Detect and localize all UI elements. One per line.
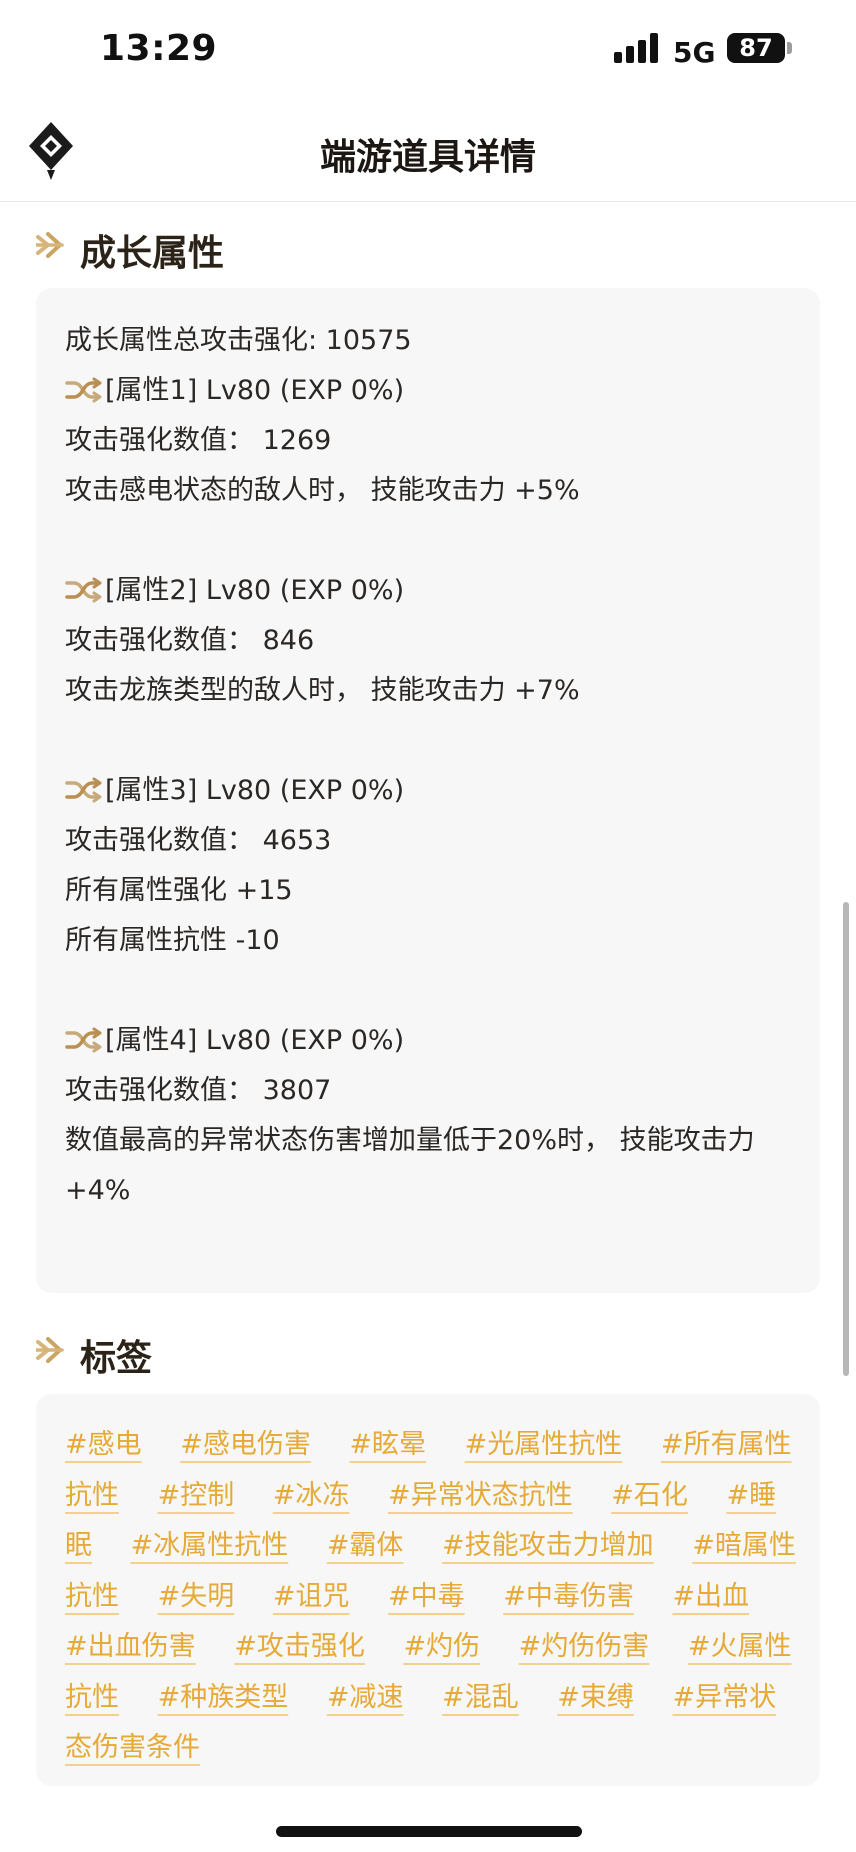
attribute-heading-text: [属性1] Lv80 (EXP 0%): [105, 375, 405, 406]
tag-list: #感电 #感电伤害 #眩晕 #光属性抗性 #所有属性抗性 #控制 #冰冻 #异常…: [65, 1420, 796, 1774]
battery-tip: [787, 42, 792, 54]
shuffle-icon: [65, 777, 102, 803]
tag-link[interactable]: #混乱: [442, 1682, 519, 1713]
attribute-line: 攻击强化数值： 846: [65, 625, 315, 656]
growth-attributes-card: 成长属性总攻击强化: 10575 [属性1] Lv80 (EXP 0%) 攻击强…: [36, 288, 820, 1293]
tag-link[interactable]: #冰属性抗性: [131, 1530, 289, 1561]
double-chevron-right-icon: [36, 1337, 64, 1363]
tag-link[interactable]: #眩晕: [349, 1429, 426, 1460]
attribute-line: 数值最高的异常状态伤害增加量低于20%时， 技能攻击力 +4%: [65, 1125, 755, 1206]
attribute-line: 攻击强化数值： 3807: [65, 1075, 332, 1106]
attribute-line: 攻击感电状态的敌人时， 技能攻击力 +5%: [65, 475, 580, 506]
scrollbar[interactable]: [843, 902, 849, 1376]
attribute-line: 攻击龙族类型的敌人时， 技能攻击力 +7%: [65, 675, 580, 706]
tag-link[interactable]: #中毒伤害: [503, 1581, 634, 1612]
tag-link[interactable]: #感电伤害: [180, 1429, 311, 1460]
attribute-line: 所有属性强化 +15: [65, 875, 293, 906]
attribute-line: 所有属性抗性 -10: [65, 925, 280, 956]
shuffle-icon: [65, 577, 102, 603]
shuffle-icon: [65, 377, 102, 403]
tag-link[interactable]: #异常状态抗性: [388, 1480, 573, 1511]
network-type: 5G: [673, 36, 716, 69]
cellular-signal-icon: [614, 33, 660, 63]
attribute-heading: [属性3] Lv80 (EXP 0%): [65, 766, 792, 816]
battery-icon: 87: [727, 33, 785, 63]
tag-link[interactable]: #种族类型: [158, 1682, 289, 1713]
attribute-heading: [属性1] Lv80 (EXP 0%): [65, 366, 792, 416]
attribute-heading-text: [属性2] Lv80 (EXP 0%): [105, 575, 405, 606]
status-time: 13:29: [100, 28, 218, 69]
tags-section-title: 标签: [80, 1338, 153, 1379]
tag-link[interactable]: #束缚: [557, 1682, 634, 1713]
attribute-line: 攻击强化数值： 1269: [65, 425, 332, 456]
tag-link[interactable]: #出血伤害: [65, 1631, 196, 1662]
tag-link[interactable]: #石化: [611, 1480, 688, 1511]
tag-link[interactable]: #霸体: [327, 1530, 404, 1561]
tags-card: #感电 #感电伤害 #眩晕 #光属性抗性 #所有属性抗性 #控制 #冰冻 #异常…: [36, 1394, 820, 1786]
attribute-heading: [属性2] Lv80 (EXP 0%): [65, 566, 792, 616]
growth-total: 成长属性总攻击强化: 10575: [65, 325, 412, 356]
tag-link[interactable]: #控制: [158, 1480, 235, 1511]
tag-link[interactable]: #技能攻击力增加: [442, 1530, 654, 1561]
top-navigation-bar: 端游道具详情: [0, 100, 856, 202]
attribute-heading-text: [属性3] Lv80 (EXP 0%): [105, 775, 405, 806]
tag-link[interactable]: #感电: [65, 1429, 142, 1460]
shuffle-icon: [65, 1027, 102, 1053]
home-indicator[interactable]: [276, 1826, 582, 1837]
attribute-heading: [属性4] Lv80 (EXP 0%): [65, 1016, 792, 1066]
attribute-line: 攻击强化数值： 4653: [65, 825, 332, 856]
status-bar: 13:29 5G 87: [0, 0, 856, 100]
tag-link[interactable]: #灼伤: [403, 1631, 480, 1662]
tag-link[interactable]: #光属性抗性: [465, 1429, 623, 1460]
tag-link[interactable]: #攻击强化: [234, 1631, 365, 1662]
tag-link[interactable]: #诅咒: [273, 1581, 350, 1612]
attribute-heading-text: [属性4] Lv80 (EXP 0%): [105, 1025, 405, 1056]
tag-link[interactable]: #中毒: [388, 1581, 465, 1612]
tag-link[interactable]: #出血: [672, 1581, 749, 1612]
page-title: 端游道具详情: [319, 137, 536, 178]
tag-link[interactable]: #灼伤伤害: [519, 1631, 650, 1662]
tag-link[interactable]: #失明: [158, 1581, 235, 1612]
double-chevron-right-icon: [36, 232, 64, 258]
tag-link[interactable]: #减速: [327, 1682, 404, 1713]
tag-link[interactable]: #冰冻: [273, 1480, 350, 1511]
growth-section-title: 成长属性: [80, 233, 225, 274]
battery-level: 87: [739, 34, 773, 62]
